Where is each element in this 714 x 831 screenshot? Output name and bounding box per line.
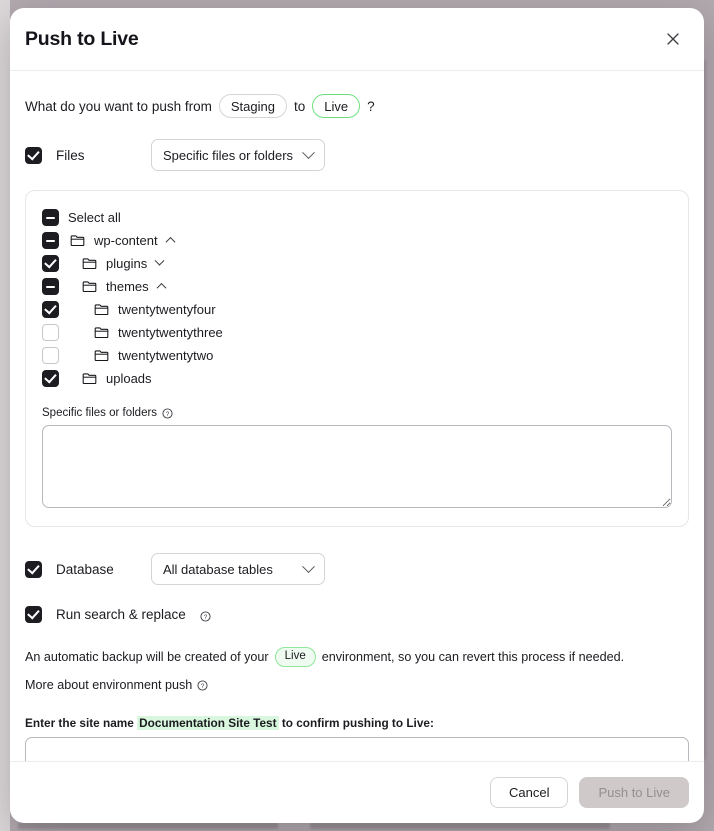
chevron-down-icon[interactable] [154,255,165,266]
database-scope-select[interactable]: All database tables [151,553,325,585]
source-environment-badge[interactable]: Staging [218,94,287,118]
backdrop-text-line [18,822,278,829]
search-replace-checkbox[interactable] [25,606,42,623]
tree-row[interactable]: twentytwentyfour [42,298,672,321]
select-all-checkbox[interactable] [42,209,59,226]
push-question-connector: to [293,98,306,114]
tree-row[interactable]: twentytwentythree [42,321,672,344]
chevron-down-icon [302,559,315,573]
more-about-push-link[interactable]: More about environment push [25,678,192,692]
specific-files-label-row: Specific files or folders ? [42,407,672,419]
folder-icon [82,372,97,385]
folder-icon [82,257,97,270]
folder-icon [70,234,85,247]
specific-files-textarea[interactable] [42,425,672,508]
database-row: Database All database tables [25,553,689,585]
files-scope-select-value: Specific files or folders [163,147,294,163]
tree-node-label: twentytwentyfour [118,302,216,317]
backdrop-text-line [310,822,610,829]
confirm-site-name-input[interactable] [25,737,689,761]
tree-node-checkbox[interactable] [42,278,59,295]
database-checkbox[interactable] [25,560,42,578]
tree-node-checkbox[interactable] [42,324,59,341]
tree-node-label: plugins [106,256,148,271]
tree-node-checkbox[interactable] [42,370,59,387]
dialog-body: What do you want to push from Staging to… [10,71,704,761]
folder-icon [94,326,109,339]
close-icon[interactable] [660,26,686,52]
push-question-row: What do you want to push from Staging to… [25,94,689,118]
chevron-down-icon [302,145,315,159]
database-scope-select-value: All database tables [163,561,273,577]
tree-node-label: twentytwentythree [118,325,223,340]
tree-node-label: uploads [106,371,152,386]
target-environment-badge[interactable]: Live [312,94,361,118]
help-circle-icon[interactable]: ? [162,407,173,419]
tree-node-checkbox[interactable] [42,255,59,272]
folder-icon [94,303,109,316]
folder-icon [94,349,109,362]
tree-row-select-all[interactable]: Select all [42,206,672,229]
svg-text:?: ? [166,411,170,418]
files-row: Files Specific files or folders [25,139,689,171]
confirm-label: Enter the site name Documentation Site T… [25,716,689,730]
backup-note: An automatic backup will be created of y… [25,647,689,667]
svg-text:?: ? [201,683,205,690]
database-label: Database [56,561,114,577]
backup-note-prefix: An automatic backup will be created of y… [25,650,269,664]
svg-text:?: ? [204,614,208,621]
tree-row[interactable]: plugins [42,252,672,275]
confirm-label-suffix: to confirm pushing to Live: [281,716,434,730]
tree-row[interactable]: uploads [42,367,672,390]
dialog-header: Push to Live [10,8,704,71]
select-all-label: Select all [68,210,121,225]
chevron-up-icon[interactable] [156,282,167,293]
file-tree-card: Select all wp-content plugins themes twenty… [25,190,689,527]
search-replace-label: Run search & replace [56,607,186,622]
tree-node-checkbox[interactable] [42,347,59,364]
tree-node-checkbox[interactable] [42,232,59,249]
help-circle-icon[interactable]: ? [197,679,208,691]
push-to-live-dialog: Push to Live What do you want to push fr… [10,8,704,823]
files-label: Files [56,147,85,163]
push-to-live-button[interactable]: Push to Live [579,777,689,808]
tree-node-label: themes [106,279,149,294]
cancel-button[interactable]: Cancel [489,777,569,808]
dialog-title: Push to Live [25,27,139,50]
confirm-site-name: Documentation Site Test [137,716,279,730]
dialog-footer: Cancel Push to Live [10,761,704,823]
tree-node-label: twentytwentytwo [118,348,214,363]
backup-note-suffix: environment, so you can revert this proc… [321,650,625,664]
tree-node-label: wp-content [94,233,158,248]
chevron-up-icon[interactable] [165,236,176,247]
files-scope-select[interactable]: Specific files or folders [151,139,325,171]
tree-row[interactable]: twentytwentytwo [42,344,672,367]
folder-icon [82,280,97,293]
confirm-label-prefix: Enter the site name [25,716,134,730]
more-about-push-row[interactable]: More about environment push ? [25,678,689,692]
tree-row[interactable]: wp-content [42,229,672,252]
help-circle-icon[interactable]: ? [200,609,211,622]
push-question-suffix: ? [367,98,375,114]
backdrop-left-strip [0,0,10,831]
search-replace-row: Run search & replace ? [25,606,689,623]
tree-node-checkbox[interactable] [42,301,59,318]
backup-environment-badge: Live [274,647,316,667]
push-question-prefix: What do you want to push from [25,98,212,114]
tree-row[interactable]: themes [42,275,672,298]
file-tree: wp-content plugins themes twentytwentyfour t… [42,229,672,390]
specific-files-label: Specific files or folders [42,407,158,419]
files-checkbox[interactable] [25,146,42,164]
